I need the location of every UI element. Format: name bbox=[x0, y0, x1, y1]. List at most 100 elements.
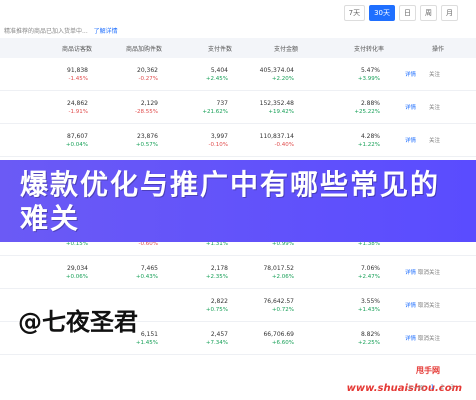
cell-amount-change: +6.60% bbox=[271, 339, 294, 346]
row-detail-link[interactable]: 详情 bbox=[384, 301, 416, 309]
cell-paid: 2,178 +2.35% bbox=[162, 265, 232, 280]
cell-amount-change: -0.40% bbox=[274, 141, 294, 148]
cell-conversion-value: 4.28% bbox=[360, 132, 380, 140]
cell-conversion-value: 2.88% bbox=[360, 99, 380, 107]
cell-visitors-value: 87,607 bbox=[67, 132, 88, 140]
cell-conversion: 4.28% +1.22% bbox=[298, 133, 384, 148]
row-follow-link[interactable]: 关注 bbox=[416, 103, 440, 111]
date-range-selector: 7天 30天 日 周 月 bbox=[0, 0, 476, 26]
cell-conversion: 3.55% +1.43% bbox=[298, 298, 384, 313]
cell-adds-value: 2,129 bbox=[140, 99, 158, 107]
cell-amount-value: 78,017.52 bbox=[263, 264, 294, 272]
cell-adds-value: 20,362 bbox=[137, 66, 158, 74]
range-tab-30d[interactable]: 30天 bbox=[369, 5, 395, 21]
header-adds[interactable]: 商品加购件数 bbox=[92, 44, 162, 53]
cell-conversion-value: 8.82% bbox=[360, 330, 380, 338]
cell-amount-change: +19.42% bbox=[268, 108, 294, 115]
cell-paid: 2,822 +0.75% bbox=[162, 298, 232, 313]
notice-bar: 精准推荐的商品已加入货单中... 了解详情 bbox=[0, 26, 476, 38]
header-conversion[interactable]: 支付转化率 bbox=[298, 44, 384, 53]
cell-paid: 3,997 -0.10% bbox=[162, 133, 232, 148]
cell-adds-value: 23,876 bbox=[137, 132, 158, 140]
cell-paid-value: 2,822 bbox=[210, 297, 228, 305]
row-follow-link[interactable]: 取消关注 bbox=[416, 268, 440, 276]
range-tab-week[interactable]: 周 bbox=[420, 5, 437, 21]
table-row: 91,838 -1.45% 20,362 -0.27% 5,404 +2.45% 405,3… bbox=[0, 58, 476, 91]
cell-amount-change: +2.20% bbox=[271, 75, 294, 82]
cell-adds-value: 7,465 bbox=[140, 264, 158, 272]
pager-page-1[interactable]: 1 bbox=[431, 384, 435, 391]
cell-amount: 76,642.57 +0.72% bbox=[232, 298, 298, 313]
table-row: 87,607 +0.04% 23,876 +0.57% 3,997 -0.10% 110,8… bbox=[0, 124, 476, 157]
cell-visitors-change: +0.06% bbox=[65, 273, 88, 280]
cell-adds: 20,362 -0.27% bbox=[92, 67, 162, 82]
cell-amount-value: 152,352.48 bbox=[259, 99, 294, 107]
author-watermark: @七夜圣君 bbox=[18, 308, 138, 336]
notice-text: 精准推荐的商品已加入货单中... bbox=[4, 28, 88, 35]
cell-visitors-value: 24,862 bbox=[67, 99, 88, 107]
cell-paid: 5,404 +2.45% bbox=[162, 67, 232, 82]
cell-paid-change: +2.45% bbox=[205, 75, 228, 82]
cell-paid-change: -0.10% bbox=[208, 141, 228, 148]
cell-visitors: 91,838 -1.45% bbox=[0, 67, 92, 82]
cell-amount-value: 76,642.57 bbox=[263, 297, 294, 305]
cell-amount: 66,706.69 +6.60% bbox=[232, 331, 298, 346]
cell-amount: 78,017.52 +2.06% bbox=[232, 265, 298, 280]
row-detail-link[interactable]: 详情 bbox=[384, 334, 416, 342]
cell-visitors: 24,862 -1.91% bbox=[0, 100, 92, 115]
cell-amount-value: 405,374.04 bbox=[259, 66, 294, 74]
cell-conversion-value: 7.06% bbox=[360, 264, 380, 272]
cell-adds-value: 6,151 bbox=[140, 330, 158, 338]
page: 7天 30天 日 周 月 精准推荐的商品已加入货单中... 了解详情 商品访客数… bbox=[0, 0, 476, 400]
table-header: 商品访客数 商品加购件数 支付件数 支付金额 支付转化率 操作 bbox=[0, 38, 476, 58]
cell-amount: 110,837.14 -0.40% bbox=[232, 133, 298, 148]
row-follow-link[interactable]: 关注 bbox=[416, 70, 440, 78]
pagination: 上一页 1 2 3 bbox=[407, 383, 455, 392]
row-follow-link[interactable]: 取消关注 bbox=[416, 301, 440, 309]
cell-paid-change: +7.34% bbox=[205, 339, 228, 346]
header-paid[interactable]: 支付件数 bbox=[162, 44, 232, 53]
pager-prev[interactable]: 上一页 bbox=[407, 383, 425, 392]
range-tab-month[interactable]: 月 bbox=[441, 5, 458, 21]
cell-paid-change: +0.75% bbox=[205, 306, 228, 313]
cell-visitors-change: -1.45% bbox=[68, 75, 88, 82]
row-detail-link[interactable]: 详情 bbox=[384, 70, 416, 78]
pager-page-3[interactable]: 3 bbox=[450, 384, 454, 391]
cell-conversion-value: 5.47% bbox=[360, 66, 380, 74]
cell-adds-change: +0.43% bbox=[135, 273, 158, 280]
cell-paid-value: 2,178 bbox=[210, 264, 228, 272]
pager-page-2[interactable]: 2 bbox=[440, 384, 444, 391]
row-follow-link[interactable]: 关注 bbox=[416, 136, 440, 144]
banner-title: 爆款优化与推广中有哪些常见的难关 bbox=[20, 168, 441, 235]
row-follow-link[interactable]: 取消关注 bbox=[416, 334, 440, 342]
cell-conversion-change: +25.22% bbox=[354, 108, 380, 115]
site-logo: 甩手网 bbox=[416, 366, 440, 375]
cell-amount-value: 110,837.14 bbox=[259, 132, 294, 140]
range-tab-day[interactable]: 日 bbox=[399, 5, 416, 21]
cell-conversion-value: 3.55% bbox=[360, 297, 380, 305]
cell-conversion: 8.82% +2.25% bbox=[298, 331, 384, 346]
cell-adds-change: -28.55% bbox=[135, 108, 158, 115]
cell-paid-value: 5,404 bbox=[210, 66, 228, 74]
cell-adds: 7,465 +0.43% bbox=[92, 265, 162, 280]
range-tab-7d[interactable]: 7天 bbox=[343, 5, 366, 21]
row-detail-link[interactable]: 详情 bbox=[384, 136, 416, 144]
cell-conversion: 5.47% +3.99% bbox=[298, 67, 384, 82]
cell-amount-change: +0.72% bbox=[271, 306, 294, 313]
header-actions: 操作 bbox=[431, 45, 444, 53]
cell-adds: 23,876 +0.57% bbox=[92, 133, 162, 148]
cell-visitors-change: -1.91% bbox=[68, 108, 88, 115]
row-detail-link[interactable]: 详情 bbox=[384, 268, 416, 276]
cell-adds-change: +1.45% bbox=[135, 339, 158, 346]
cell-conversion: 2.88% +25.22% bbox=[298, 100, 384, 115]
header-amount[interactable]: 支付金额 bbox=[232, 44, 298, 53]
row-detail-link[interactable]: 详情 bbox=[384, 103, 416, 111]
cell-paid-value: 737 bbox=[216, 99, 228, 107]
cell-amount: 152,352.48 +19.42% bbox=[232, 100, 298, 115]
notice-link[interactable]: 了解详情 bbox=[94, 28, 118, 35]
header-visitors[interactable]: 商品访客数 bbox=[0, 44, 92, 53]
cell-paid: 737 +21.62% bbox=[162, 100, 232, 115]
title-banner: 爆款优化与推广中有哪些常见的难关 bbox=[0, 160, 476, 242]
cell-visitors-value: 29,034 bbox=[67, 264, 88, 272]
cell-amount-value: 66,706.69 bbox=[263, 330, 294, 338]
